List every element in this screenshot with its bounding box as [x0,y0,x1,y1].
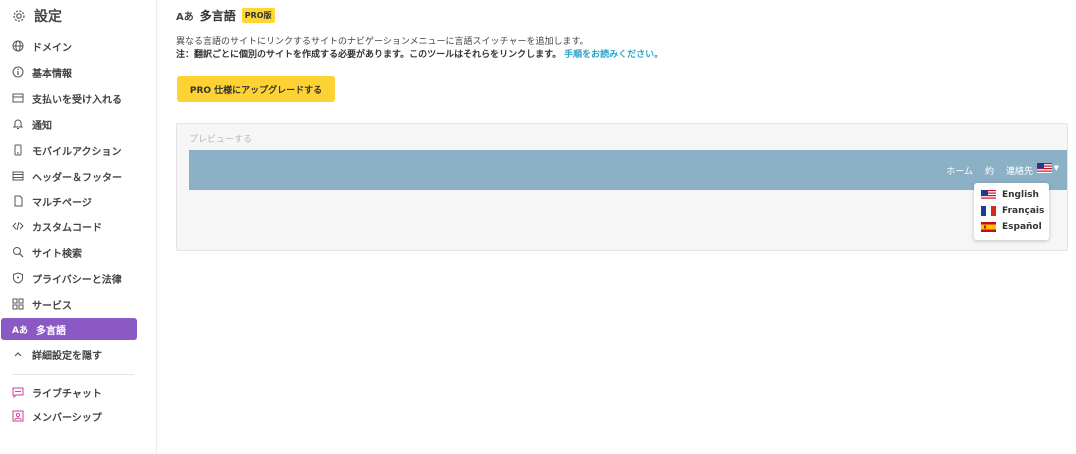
payment-icon [12,92,24,104]
page-header: Aあ 多言語 PRO版 [176,7,275,24]
membership-icon [12,410,24,422]
info-icon [12,66,24,78]
sidebar-item-label: プライバシーと法律 [32,274,122,286]
language-icon: Aあ [12,325,28,336]
sidebar-item-services[interactable]: サービス [0,293,136,315]
sidebar-item-notifications[interactable]: 通知 [0,113,136,135]
instructions-link[interactable]: 手順をお読みください。 [564,50,663,60]
chevron-down-icon: ▼ [1053,164,1059,172]
sidebar-item-custom-code[interactable]: カスタムコード [0,215,136,237]
sidebar-item-multilingual[interactable]: Aあ 多言語 [1,318,137,340]
sidebar-item-label: 支払いを受け入れる [32,94,122,106]
pages-icon [12,195,24,207]
preview-nav-bar: ホーム 約 連絡先 ▼ [189,150,1067,190]
nav-link-home[interactable]: ホーム [946,164,973,177]
sidebar-item-label: 多言語 [35,325,66,337]
sidebar-item-basic-info[interactable]: 基本情報 [0,61,136,83]
upgrade-pro-button[interactable]: PRO 仕様にアップグレードする [177,76,335,102]
sidebar-item-label: カスタムコード [32,222,102,234]
language-option-french[interactable]: Français [974,203,1049,219]
header-footer-icon [12,170,24,182]
sidebar-item-label: メンバーシップ [32,412,102,424]
sidebar-item-label: マルチページ [32,197,92,209]
fr-flag-icon [981,206,996,216]
sidebar-item-label: サイト検索 [32,248,82,260]
sidebar-divider [12,374,134,375]
description: 異なる言語のサイトにリンクするサイトのナビゲーションメニューに言語スイッチャーを… [176,36,663,62]
language-dropdown: English Français Español [974,183,1049,240]
sidebar-item-label: 通知 [32,120,52,132]
search-icon [12,246,24,258]
sidebar-item-label: サービス [32,300,72,312]
sidebar-item-site-search[interactable]: サイト検索 [0,241,136,263]
sidebar-item-label: ヘッダー＆フッター [32,172,122,184]
language-option-english[interactable]: English [974,187,1049,203]
sidebar-item-label: 基本情報 [32,68,72,80]
globe-icon [12,40,24,52]
nav-link-about[interactable]: 約 [985,164,994,177]
sidebar-item-hide-advanced[interactable]: 詳細設定を隠す [0,343,136,365]
chat-icon [12,386,24,398]
grid-icon [12,298,24,310]
preview-label: プレビューする [189,135,253,145]
code-icon [12,220,24,232]
language-option-spanish[interactable]: Español [974,219,1049,235]
gear-icon [13,10,25,22]
sidebar: 設定 ドメイン 基本情報 支払いを受け入れる 通知 モバイルアクション ヘッダー… [0,0,157,454]
us-flag-icon [981,190,996,200]
preview-panel: プレビューする ホーム 約 連絡先 ▼ English Français Esp… [176,123,1068,251]
sidebar-item-multipage[interactable]: マルチページ [0,190,136,212]
language-label: Français [1002,206,1045,216]
language-label: English [1002,190,1039,200]
pro-badge: PRO版 [241,8,275,23]
mobile-icon [12,144,24,156]
sidebar-item-label: モバイルアクション [32,146,122,158]
sidebar-title: 設定 [34,9,62,25]
nav-link-contact[interactable]: 連絡先 [1006,164,1033,177]
shield-icon [12,272,24,284]
note-text: 注：翻訳ごとに個別のサイトを作成する必要があります。このツールはそれらをリンクし… [176,50,562,60]
sidebar-item-membership[interactable]: メンバーシップ [0,405,136,427]
sidebar-header: 設定 [12,6,62,26]
sidebar-item-label: ライブチャット [32,388,102,400]
sidebar-item-mobile-actions[interactable]: モバイルアクション [0,139,136,161]
description-text: 異なる言語のサイトにリンクするサイトのナビゲーションメニューに言語スイッチャーを… [176,37,589,47]
chevron-up-icon [12,348,24,360]
language-label: Español [1002,222,1042,232]
sidebar-item-domain[interactable]: ドメイン [0,35,136,57]
bell-icon [12,118,24,130]
page-title: 多言語 [199,9,236,23]
sidebar-item-privacy[interactable]: プライバシーと法律 [0,267,136,289]
sidebar-item-header-footer[interactable]: ヘッダー＆フッター [0,165,136,187]
us-flag-icon [1036,163,1052,173]
sidebar-item-label: 詳細設定を隠す [32,350,102,362]
sidebar-item-live-chat[interactable]: ライブチャット [0,381,136,403]
sidebar-item-payments[interactable]: 支払いを受け入れる [0,87,136,109]
es-flag-icon [981,222,996,232]
language-icon: Aあ [176,12,194,23]
sidebar-item-label: ドメイン [32,42,72,54]
language-switcher[interactable]: ▼ [1036,163,1059,173]
